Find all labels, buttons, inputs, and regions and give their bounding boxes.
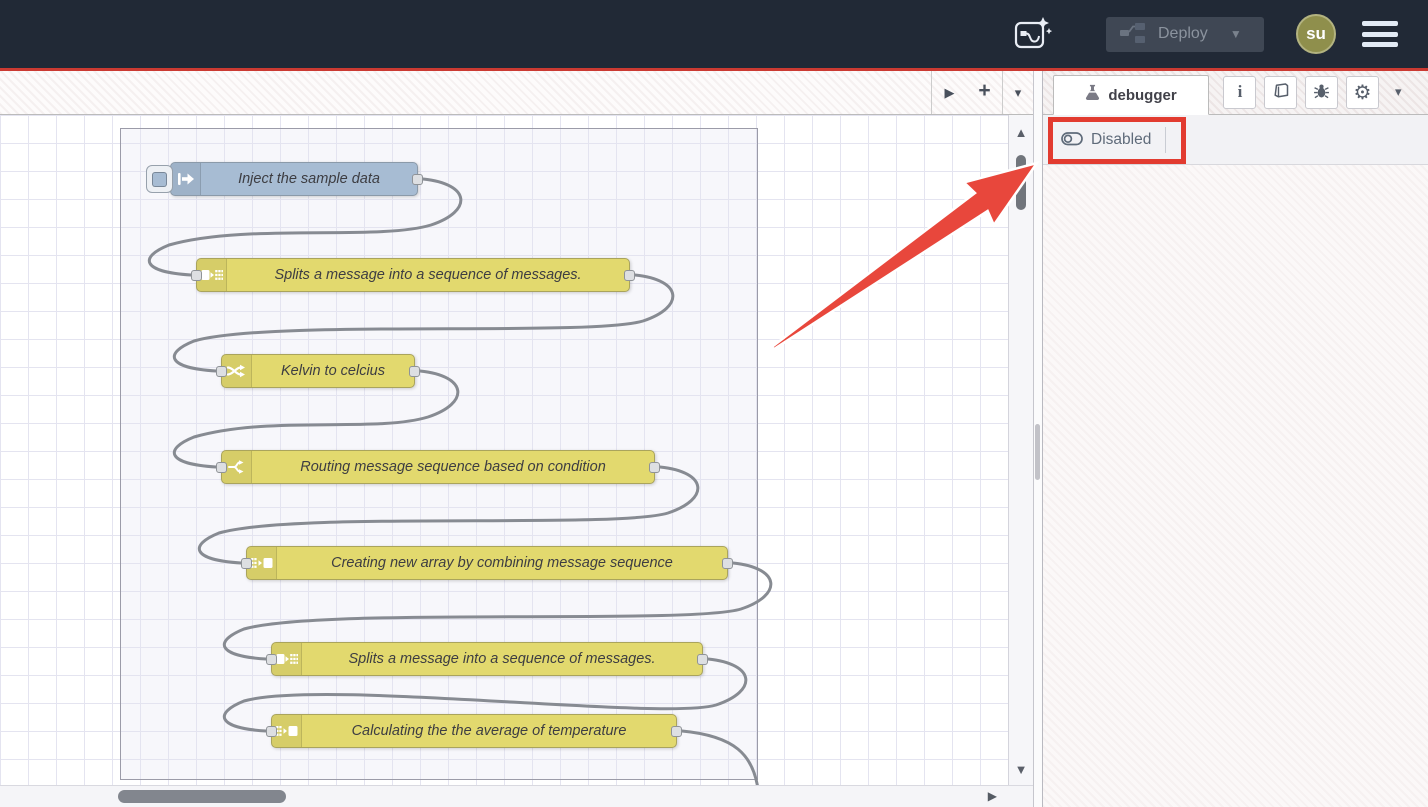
flow-node-join-2[interactable]: Calculating the the average of temperatu…	[271, 714, 677, 748]
sidebar-collapse-icon[interactable]: ▾	[1395, 84, 1402, 100]
output-port[interactable]	[671, 726, 682, 737]
debug-messages-panel	[1043, 165, 1428, 807]
input-port[interactable]	[266, 726, 277, 737]
info-button[interactable]: i	[1223, 76, 1256, 109]
gear-icon: ⚙	[1354, 83, 1372, 103]
debug-disabled-toggle[interactable]: Disabled	[1051, 125, 1161, 155]
flask-icon	[1085, 84, 1100, 106]
header: Deploy ▼ su	[0, 0, 1428, 68]
input-port[interactable]	[216, 462, 227, 473]
deploy-icon	[1120, 22, 1146, 47]
workspace: ▶ + ▾ Inject the sample data Splits a mes…	[0, 71, 1034, 807]
output-port[interactable]	[412, 174, 423, 185]
input-port[interactable]	[216, 366, 227, 377]
settings-button[interactable]: ⚙	[1346, 76, 1379, 109]
flow-node-split-1[interactable]: Splits a message into a sequence of mess…	[196, 258, 630, 292]
output-port[interactable]	[722, 558, 733, 569]
bug-icon	[1313, 83, 1330, 103]
inject-arrow-icon	[171, 163, 201, 195]
tab-debugger[interactable]: debugger	[1053, 75, 1209, 115]
flow-list-icon[interactable]: ▾	[1002, 71, 1033, 114]
input-port[interactable]	[266, 654, 277, 665]
flow-canvas[interactable]: Inject the sample data Splits a message i…	[0, 115, 1033, 785]
node-label: Routing message sequence based on condit…	[252, 451, 654, 483]
node-label: Splits a message into a sequence of mess…	[302, 643, 702, 675]
input-port[interactable]	[241, 558, 252, 569]
input-port[interactable]	[191, 270, 202, 281]
node-label: Inject the sample data	[201, 163, 417, 195]
debug-toolbar: Disabled	[1043, 115, 1428, 165]
panel-resize-gutter	[1034, 71, 1042, 807]
output-port[interactable]	[649, 462, 660, 473]
deploy-caret-icon[interactable]: ▼	[1230, 27, 1242, 41]
book-icon	[1272, 83, 1290, 102]
docs-button[interactable]	[1264, 76, 1297, 109]
vertical-scroll-thumb[interactable]	[1016, 155, 1026, 210]
sidebar-tabbar: debugger i	[1043, 71, 1428, 115]
inject-trigger-button[interactable]	[146, 165, 173, 193]
node-red-app: Deploy ▼ su ▶ + ▾ Inject the sa	[0, 0, 1428, 807]
toggle-off-icon	[1061, 131, 1083, 149]
user-avatar[interactable]: su	[1296, 14, 1336, 54]
node-label: Kelvin to celcius	[252, 355, 414, 387]
node-label: Splits a message into a sequence of mess…	[227, 259, 629, 291]
scroll-tabs-right-icon[interactable]: ▶	[932, 71, 967, 114]
output-port[interactable]	[409, 366, 420, 377]
scroll-down-icon[interactable]: ▼	[1009, 762, 1033, 777]
wire[interactable]	[682, 731, 758, 785]
main-menu-icon[interactable]	[1362, 21, 1398, 47]
output-port[interactable]	[624, 270, 635, 281]
canvas-vertical-scrollbar[interactable]: ▲ ▼	[1008, 115, 1033, 785]
node-label: Creating new array by combining message …	[277, 547, 727, 579]
info-icon: i	[1232, 82, 1248, 103]
panel-resize-handle[interactable]	[1035, 424, 1040, 480]
svg-text:i: i	[1237, 82, 1242, 100]
node-label: Calculating the the average of temperatu…	[302, 715, 676, 747]
flow-node-split-2[interactable]: Splits a message into a sequence of mess…	[271, 642, 703, 676]
add-flow-icon[interactable]: +	[967, 71, 1002, 114]
sidebar-tab-label: debugger	[1108, 87, 1176, 104]
sidebar: debugger i	[1042, 71, 1428, 807]
horizontal-scroll-thumb[interactable]	[118, 790, 286, 803]
canvas-horizontal-scrollbar[interactable]: ▶	[0, 785, 1033, 807]
flow-node-inject-1[interactable]: Inject the sample data	[170, 162, 418, 196]
scroll-up-icon[interactable]: ▲	[1009, 125, 1033, 140]
flow-tabbar: ▶ + ▾	[0, 71, 1033, 115]
flow-node-join-1[interactable]: Creating new array by combining message …	[246, 546, 728, 580]
deploy-button[interactable]: Deploy ▼	[1106, 17, 1264, 52]
debug-button[interactable]	[1305, 76, 1338, 109]
flow-node-switch-1[interactable]: Routing message sequence based on condit…	[221, 450, 655, 484]
deploy-label: Deploy	[1158, 25, 1208, 43]
scroll-right-arrow-icon[interactable]: ▶	[988, 789, 997, 803]
flow-node-change-1[interactable]: Kelvin to celcius	[221, 354, 415, 388]
ai-flow-icon[interactable]	[1014, 14, 1052, 54]
disabled-label: Disabled	[1091, 131, 1151, 149]
avatar-initials: su	[1306, 24, 1326, 44]
output-port[interactable]	[697, 654, 708, 665]
toolbar-separator	[1165, 127, 1166, 153]
